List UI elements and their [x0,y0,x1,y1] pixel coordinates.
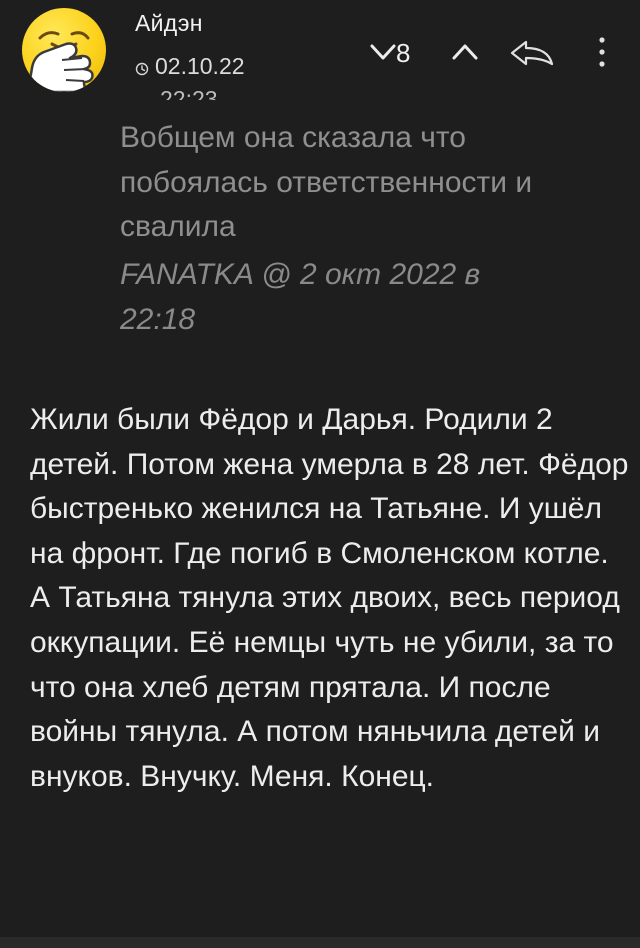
bottom-divider [0,937,640,948]
comment-header: Айдэн 02.10.22 22:23 8 [0,0,640,104]
vote-up-chevron-up-icon[interactable] [450,40,480,64]
comment-date: 02.10.22 [155,52,245,79]
comment-author[interactable]: Айдэн [135,10,203,37]
quote-author-link[interactable]: FANATKA [120,258,253,291]
comment-body: Жили были Фёдор и Дарья. Родили 2 детей.… [30,403,629,793]
vote-down-chevron-down-icon[interactable] [368,40,398,64]
quote-at-sign: @ [261,258,292,291]
more-vertical-icon[interactable] [592,34,612,70]
comment-time-text: 22:23 [160,86,218,100]
quote-attribution: FANATKA @ 2 окт 2022 в 22:18 [120,253,540,342]
quoted-text: Вобщем она сказала что побоялась ответст… [120,121,533,243]
facepalm-emoji-icon [26,31,94,92]
comment-score: 8 [396,38,411,68]
reply-arrow-icon[interactable] [508,38,556,68]
avatar[interactable] [22,8,106,92]
comment-time: 22:23 [160,86,218,100]
comment-date-row: 02.10.22 [135,52,245,80]
clock-icon [135,62,149,76]
